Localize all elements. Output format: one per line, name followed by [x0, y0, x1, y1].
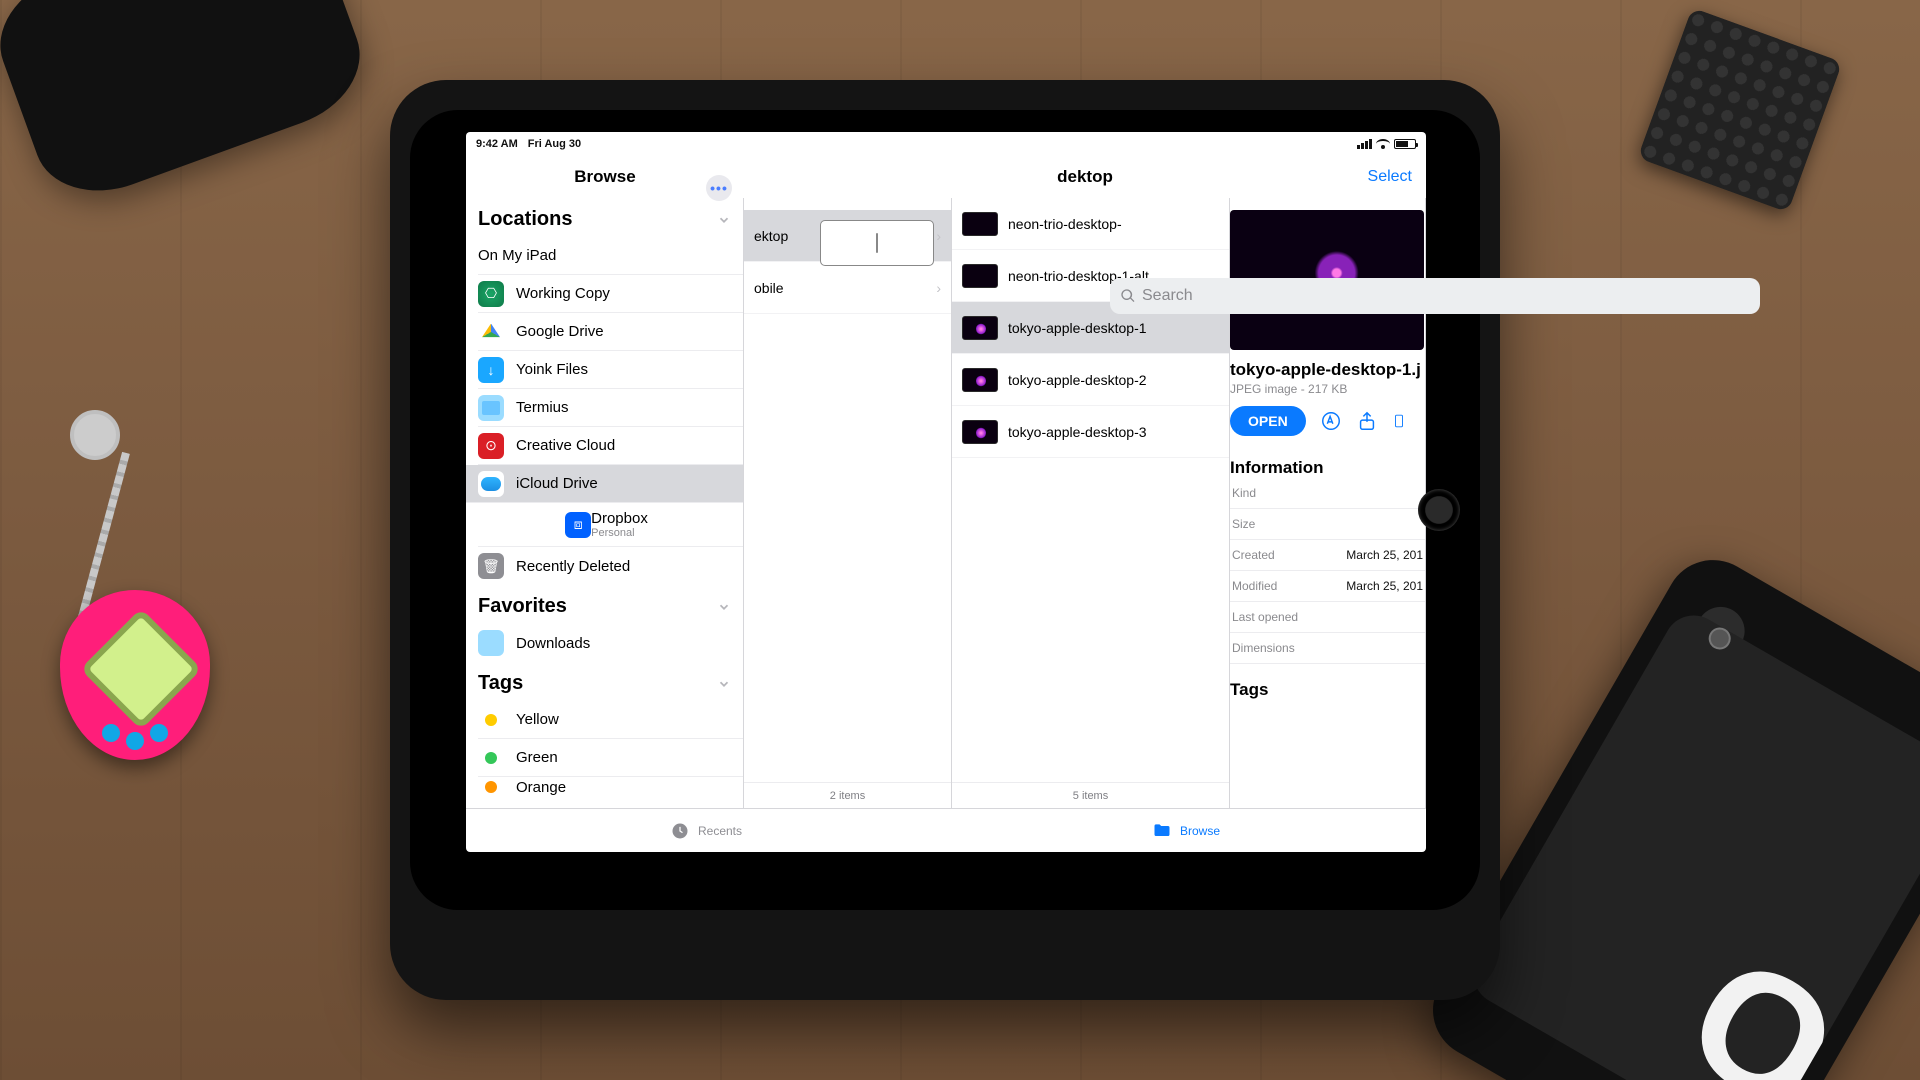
- share-icon[interactable]: [1356, 410, 1378, 432]
- tags-header[interactable]: Tags: [466, 662, 743, 701]
- status-bar: 9:42 AM Fri Aug 30: [466, 132, 1426, 156]
- sidebar-item-downloads[interactable]: Downloads: [478, 624, 743, 662]
- thumbnail-icon: [962, 264, 998, 288]
- content-title: dektop: [1057, 167, 1113, 187]
- info-modified: ModifiedMarch 25, 201: [1230, 571, 1425, 602]
- info-created: CreatedMarch 25, 201: [1230, 540, 1425, 571]
- thumbnail-icon: [962, 420, 998, 444]
- google-drive-icon: [478, 319, 504, 345]
- sidebar-tag-yellow[interactable]: Yellow: [478, 701, 743, 739]
- dropbox-icon: ⧈: [565, 512, 591, 538]
- sidebar: Locations On My iPad ⎔Working Copy Googl…: [466, 198, 744, 808]
- tab-recents[interactable]: Recents: [466, 809, 946, 852]
- sidebar-item-dropbox[interactable]: ⧈ Dropbox Personal: [478, 503, 743, 547]
- chevron-down-icon: [717, 213, 731, 227]
- search-icon: [1120, 288, 1136, 304]
- tag-dot-icon: [485, 781, 497, 793]
- favorites-header[interactable]: Favorites: [466, 585, 743, 624]
- cellular-icon: [1357, 139, 1372, 149]
- sidebar-item-on-my-ipad[interactable]: On My iPad: [478, 237, 743, 275]
- file-tokyo-apple-desktop-2[interactable]: tokyo-apple-desktop-2: [952, 354, 1229, 406]
- battery-icon: [1394, 139, 1416, 149]
- info-size: Size: [1230, 509, 1425, 540]
- chevron-right-icon: ›: [936, 280, 941, 296]
- status-date: Fri Aug 30: [528, 138, 581, 150]
- locations-header[interactable]: Locations: [466, 198, 743, 237]
- tab-browse[interactable]: Browse: [946, 809, 1426, 852]
- desk-prop-keyring: [70, 410, 120, 460]
- info-dimensions: Dimensions: [1230, 633, 1425, 664]
- wifi-icon: [1376, 139, 1390, 149]
- markup-icon[interactable]: [1320, 410, 1342, 432]
- thumbnail-icon: [962, 316, 998, 340]
- thumbnail-icon: [962, 212, 998, 236]
- chevron-down-icon: [717, 600, 731, 614]
- folder-icon: [478, 395, 504, 421]
- yoink-icon: ↓: [478, 357, 504, 383]
- desk-prop-magnet-balls: [1637, 7, 1842, 212]
- sidebar-item-creative-cloud[interactable]: ⊙Creative Cloud: [478, 427, 743, 465]
- sidebar-tag-green[interactable]: Green: [478, 739, 743, 777]
- clock-icon: [670, 821, 690, 841]
- file-neon-trio-desktop[interactable]: neon-trio-desktop-: [952, 198, 1229, 250]
- tab-bar: Recents Browse: [466, 808, 1426, 852]
- sidebar-item-google-drive[interactable]: Google Drive: [478, 313, 743, 351]
- file-meta: JPEG image - 217 KB: [1230, 382, 1425, 396]
- column-1-count: 2 items: [744, 782, 951, 808]
- select-button[interactable]: Select: [1368, 168, 1412, 186]
- information-header: Information: [1230, 458, 1425, 478]
- folder-icon: [1152, 821, 1172, 841]
- device-icon[interactable]: [1392, 410, 1406, 432]
- trash-icon: 🗑: [478, 553, 504, 579]
- chevron-down-icon: [717, 677, 731, 691]
- column-1-folders: ektop › obile › 2 items: [744, 198, 952, 808]
- sidebar-item-yoink[interactable]: ↓Yoink Files: [478, 351, 743, 389]
- sidebar-tag-orange[interactable]: Orange: [478, 777, 743, 797]
- folder-obile[interactable]: obile ›: [744, 262, 951, 314]
- sidebar-item-working-copy[interactable]: ⎔Working Copy: [478, 275, 743, 313]
- sidebar-title: Browse •••: [466, 167, 744, 187]
- screen: 9:42 AM Fri Aug 30 Browse ••• dektop Sel…: [466, 132, 1426, 852]
- home-button[interactable]: [1418, 489, 1460, 531]
- thumbnail-icon: [962, 368, 998, 392]
- search-input[interactable]: Search: [1110, 278, 1426, 314]
- tag-dot-icon: [485, 714, 497, 726]
- more-button[interactable]: •••: [706, 175, 732, 201]
- working-copy-icon: ⎔: [478, 281, 504, 307]
- info-kind: Kind: [1230, 478, 1425, 509]
- desk-prop-tamagotchi: [60, 590, 210, 760]
- creative-cloud-icon: ⊙: [478, 433, 504, 459]
- file-tokyo-apple-desktop-3[interactable]: tokyo-apple-desktop-3: [952, 406, 1229, 458]
- file-name: tokyo-apple-desktop-1.j: [1230, 360, 1425, 380]
- sidebar-item-termius[interactable]: Termius: [478, 389, 743, 427]
- sidebar-item-icloud-drive[interactable]: iCloud Drive: [466, 465, 743, 503]
- desk-prop-sunglasses: [0, 0, 377, 212]
- ipad-device: 9:42 AM Fri Aug 30 Browse ••• dektop Sel…: [410, 110, 1480, 910]
- sidebar-item-recently-deleted[interactable]: 🗑Recently Deleted: [478, 547, 743, 585]
- info-last-opened: Last opened: [1230, 602, 1425, 633]
- tags-header-detail: Tags: [1230, 680, 1425, 700]
- status-time: 9:42 AM: [476, 138, 518, 150]
- tag-dot-icon: [485, 752, 497, 764]
- icloud-icon: [478, 471, 504, 497]
- chevron-right-icon: ›: [936, 228, 941, 244]
- open-button[interactable]: OPEN: [1230, 406, 1306, 436]
- column-2-count: 5 items: [952, 782, 1229, 808]
- folder-icon: [478, 630, 504, 656]
